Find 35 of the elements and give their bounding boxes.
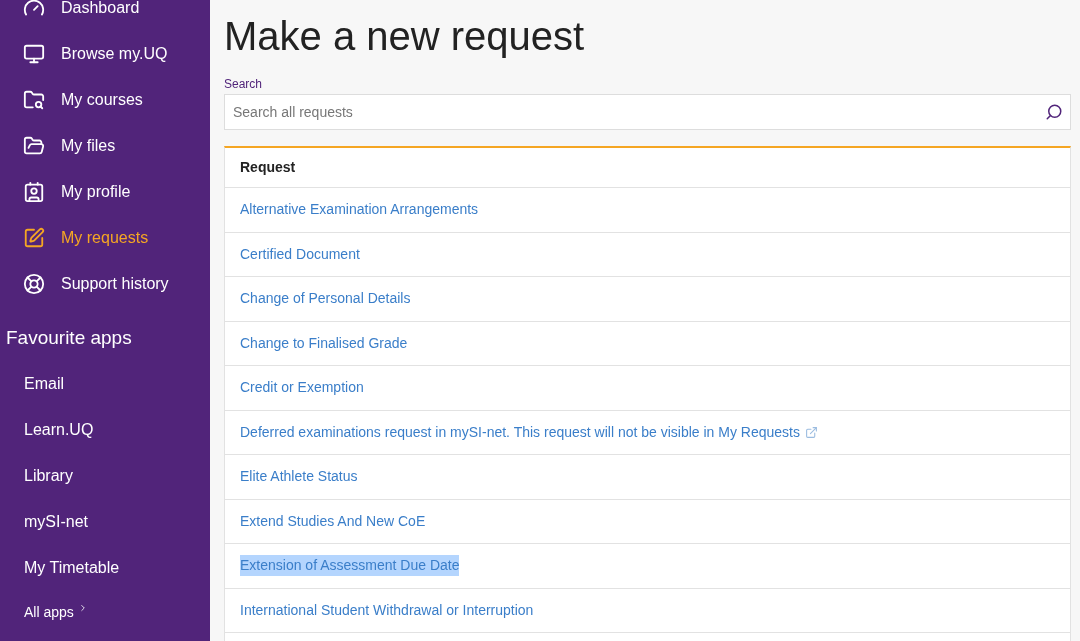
- nav-item[interactable]: Support history: [0, 261, 210, 307]
- search-field[interactable]: Search all requests: [224, 94, 1071, 130]
- search-label: Search: [224, 77, 264, 91]
- request-link[interactable]: Deferred examinations request in mySI-net. This request will not be visible in My Requests: [240, 421, 800, 443]
- external-link-icon: [805, 425, 818, 439]
- lifebuoy-icon: [23, 273, 45, 295]
- app-link[interactable]: Learn.UQ: [0, 406, 210, 453]
- request-link[interactable]: Change of Personal Details: [240, 288, 411, 310]
- request-link[interactable]: International Student Withdrawal or Interruption: [240, 599, 534, 621]
- app-link[interactable]: mySI-net: [0, 498, 210, 545]
- monitor-icon: [23, 43, 45, 65]
- request-link[interactable]: Alternative Examination Arrangements: [240, 199, 479, 221]
- nav-item[interactable]: My courses: [0, 77, 210, 123]
- nav-item[interactable]: Dashboard: [0, 0, 210, 31]
- request-link[interactable]: Extend Studies And New CoE: [240, 510, 426, 532]
- request-link[interactable]: Elite Athlete Status: [240, 466, 358, 488]
- app-link[interactable]: Email: [0, 360, 210, 407]
- pencil-square-icon: [23, 227, 45, 249]
- id-badge-icon: [23, 181, 45, 203]
- page-title: Make a new request: [224, 13, 586, 60]
- nav-item[interactable]: My files: [0, 123, 210, 169]
- section-heading: Favourite apps: [5, 326, 133, 350]
- nav-item[interactable]: My profile: [0, 169, 210, 215]
- column-header: Request: [225, 148, 1070, 188]
- nav-item[interactable]: My requests: [0, 215, 210, 261]
- request-link[interactable]: Certified Document: [240, 243, 360, 265]
- app-link[interactable]: My Timetable: [0, 544, 210, 591]
- folder-search-icon: [23, 89, 45, 111]
- search-icon[interactable]: [1045, 103, 1063, 121]
- request-link[interactable]: Credit or Exemption: [240, 377, 364, 399]
- all-apps-link[interactable]: All apps: [0, 590, 210, 635]
- folder-icon: [23, 135, 45, 157]
- request-link[interactable]: Change to Finalised Grade: [240, 332, 408, 354]
- nav-item[interactable]: Browse my.UQ: [0, 31, 210, 77]
- app-link[interactable]: Library: [0, 452, 210, 499]
